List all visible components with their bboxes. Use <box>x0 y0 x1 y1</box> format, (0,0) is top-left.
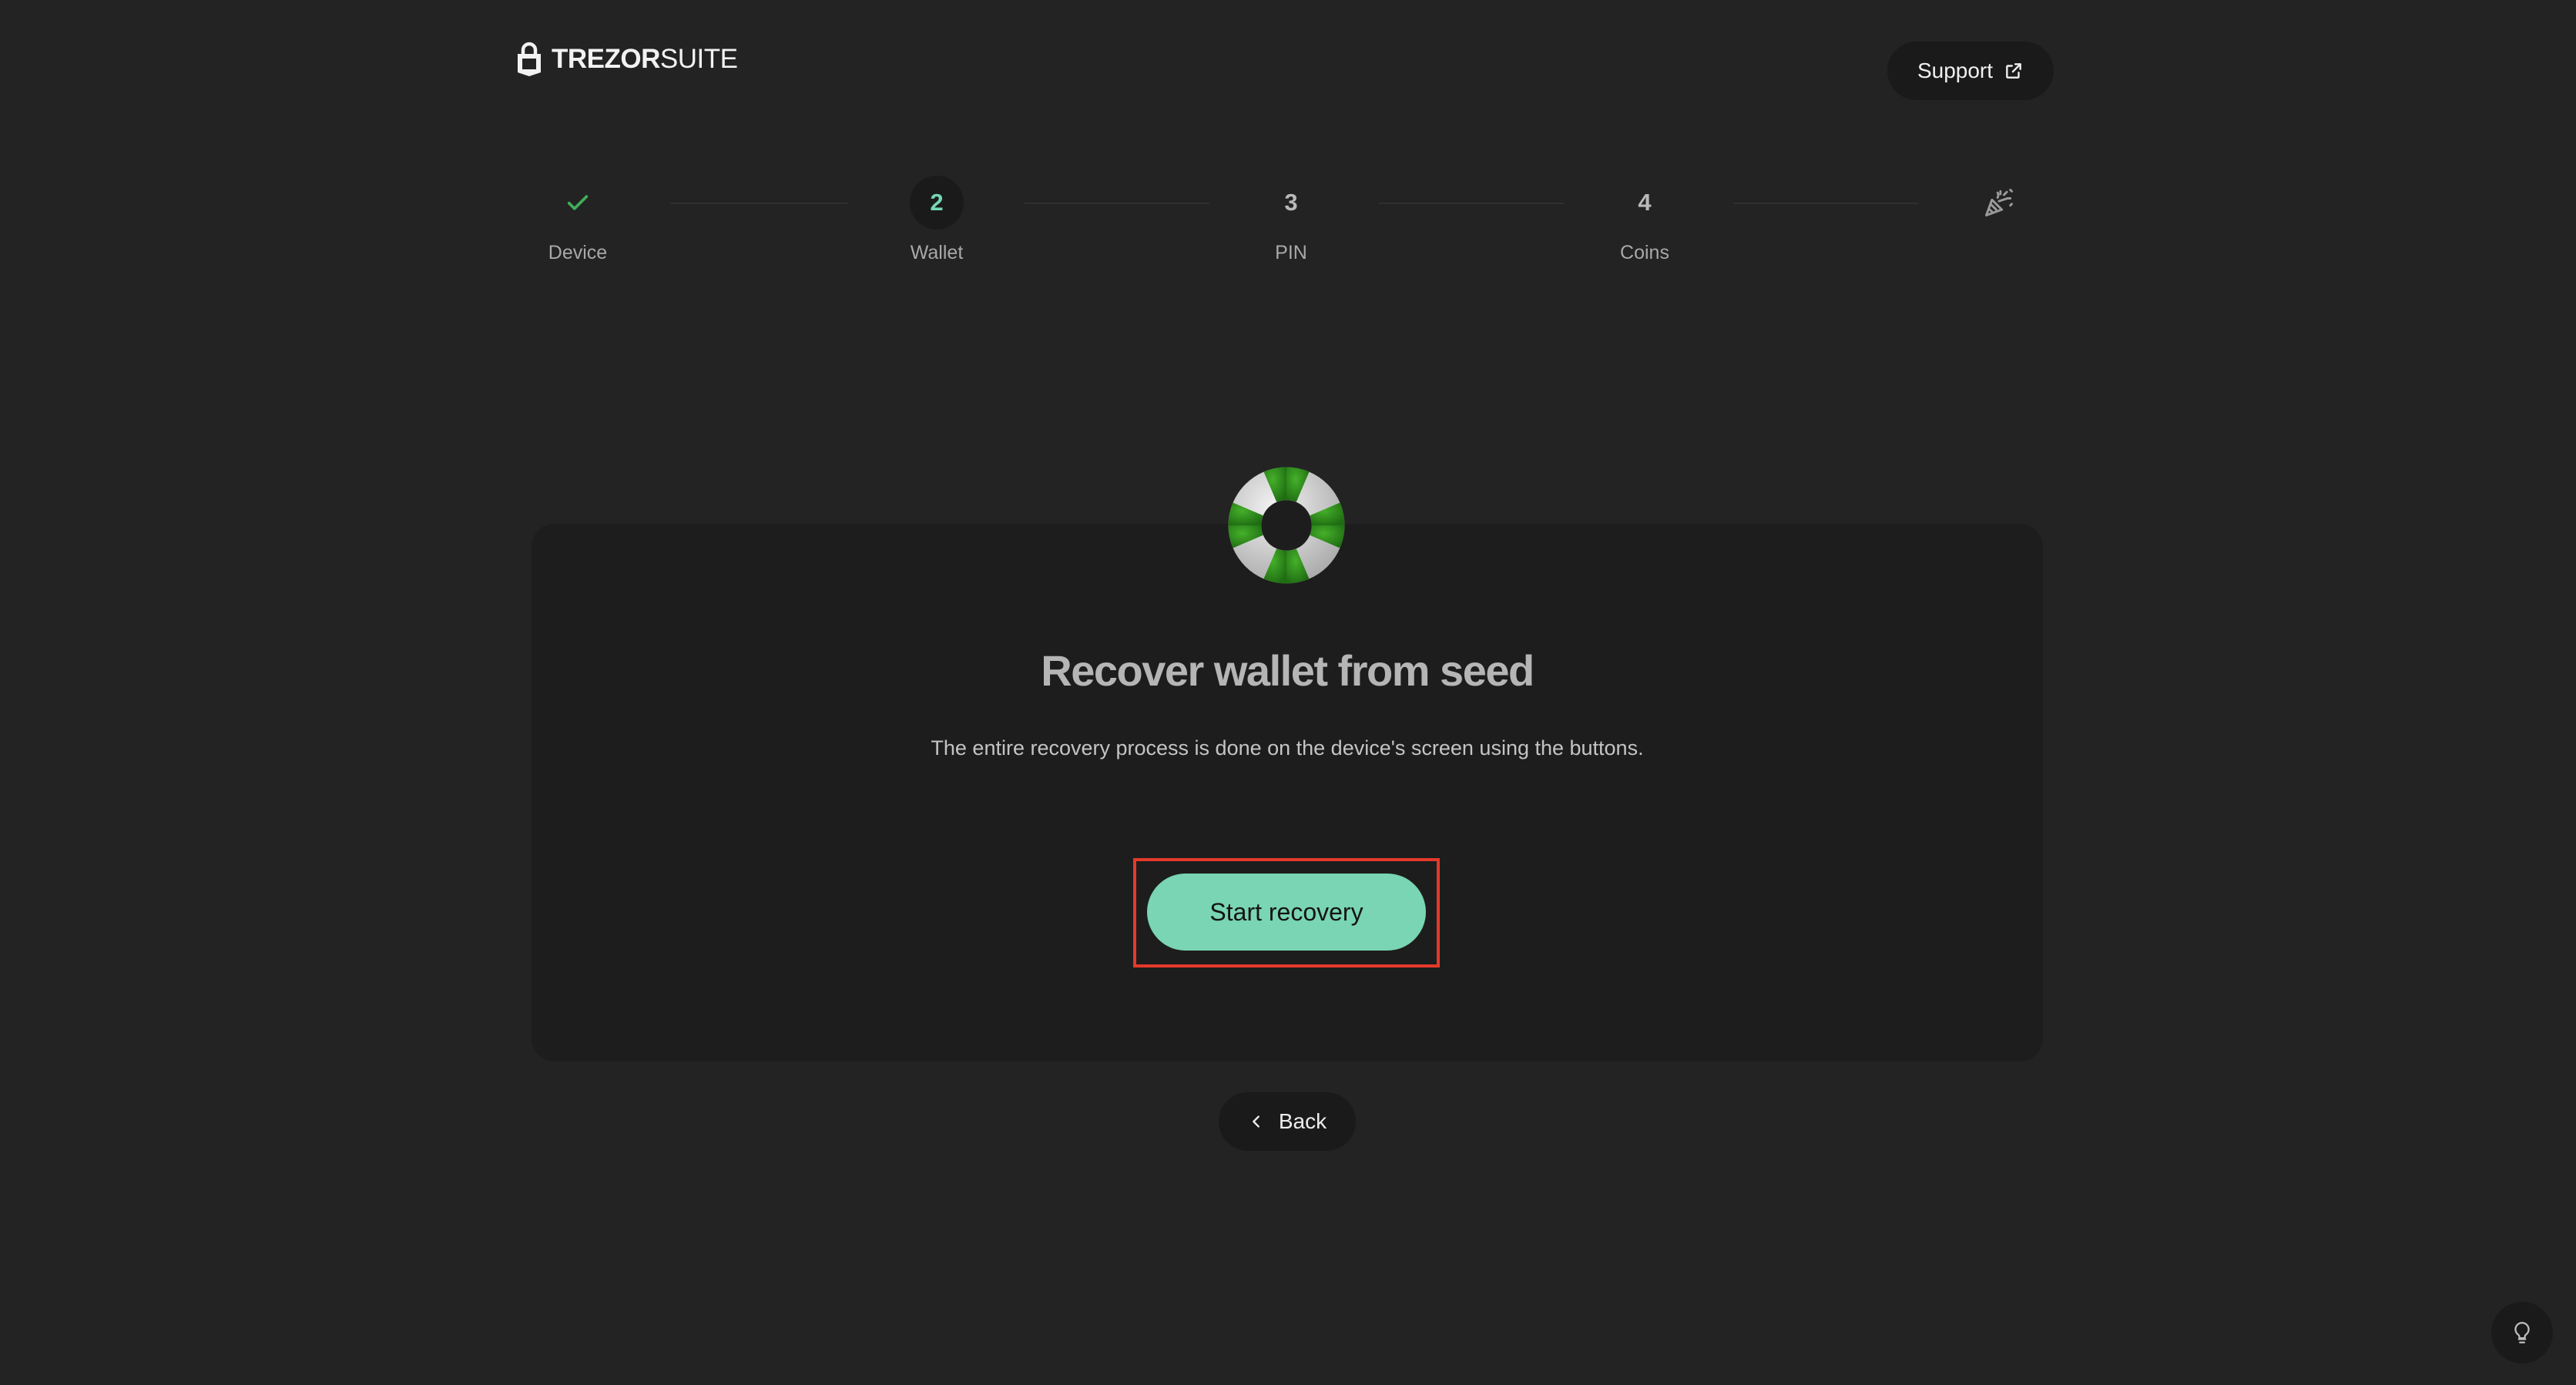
chevron-left-icon <box>1253 1115 1259 1128</box>
step-device-marker <box>551 176 605 230</box>
page-title: Recover wallet from seed <box>1041 646 1535 695</box>
lifebuoy-icon <box>1228 467 1345 584</box>
party-popper-icon <box>1985 189 2013 216</box>
step-connector <box>670 203 847 204</box>
onboarding-stepper: Device 2 Wallet 3 PIN 4 Coins <box>0 0 2576 308</box>
recovery-card <box>532 524 2043 1061</box>
step-connector <box>1025 203 1209 204</box>
step-connector <box>1733 203 1918 204</box>
page-description: The entire recovery process is done on t… <box>931 736 1644 760</box>
step-wallet-label: Wallet <box>910 242 964 263</box>
step-connector <box>1379 203 1564 204</box>
step-pin: 3 PIN <box>1199 176 1384 276</box>
back-label: Back <box>1278 1109 1327 1133</box>
step-coins-marker: 4 <box>1638 189 1652 216</box>
onboarding-page: TREZORSUITE Support Device 2 Wallet 3 PI… <box>0 0 2576 1385</box>
step-coins-label: Coins <box>1620 242 1669 263</box>
back-button[interactable]: Back <box>1219 1092 1356 1151</box>
step-pin-marker: 3 <box>1284 189 1298 216</box>
step-coins: 4 Coins <box>1552 176 1737 276</box>
start-recovery-button[interactable]: Start recovery <box>1147 874 1426 951</box>
tips-button[interactable] <box>2491 1302 2553 1363</box>
lightbulb-icon <box>2514 1322 2530 1343</box>
step-pin-label: PIN <box>1275 242 1307 263</box>
step-device: Device <box>485 176 670 276</box>
step-wallet: 2 Wallet <box>844 176 1029 276</box>
step-device-label: Device <box>548 242 608 263</box>
step-final <box>1907 176 2091 276</box>
checkmark-icon <box>567 195 589 210</box>
step-final-marker <box>1972 176 2026 230</box>
step-wallet-marker: 2 <box>910 176 964 230</box>
